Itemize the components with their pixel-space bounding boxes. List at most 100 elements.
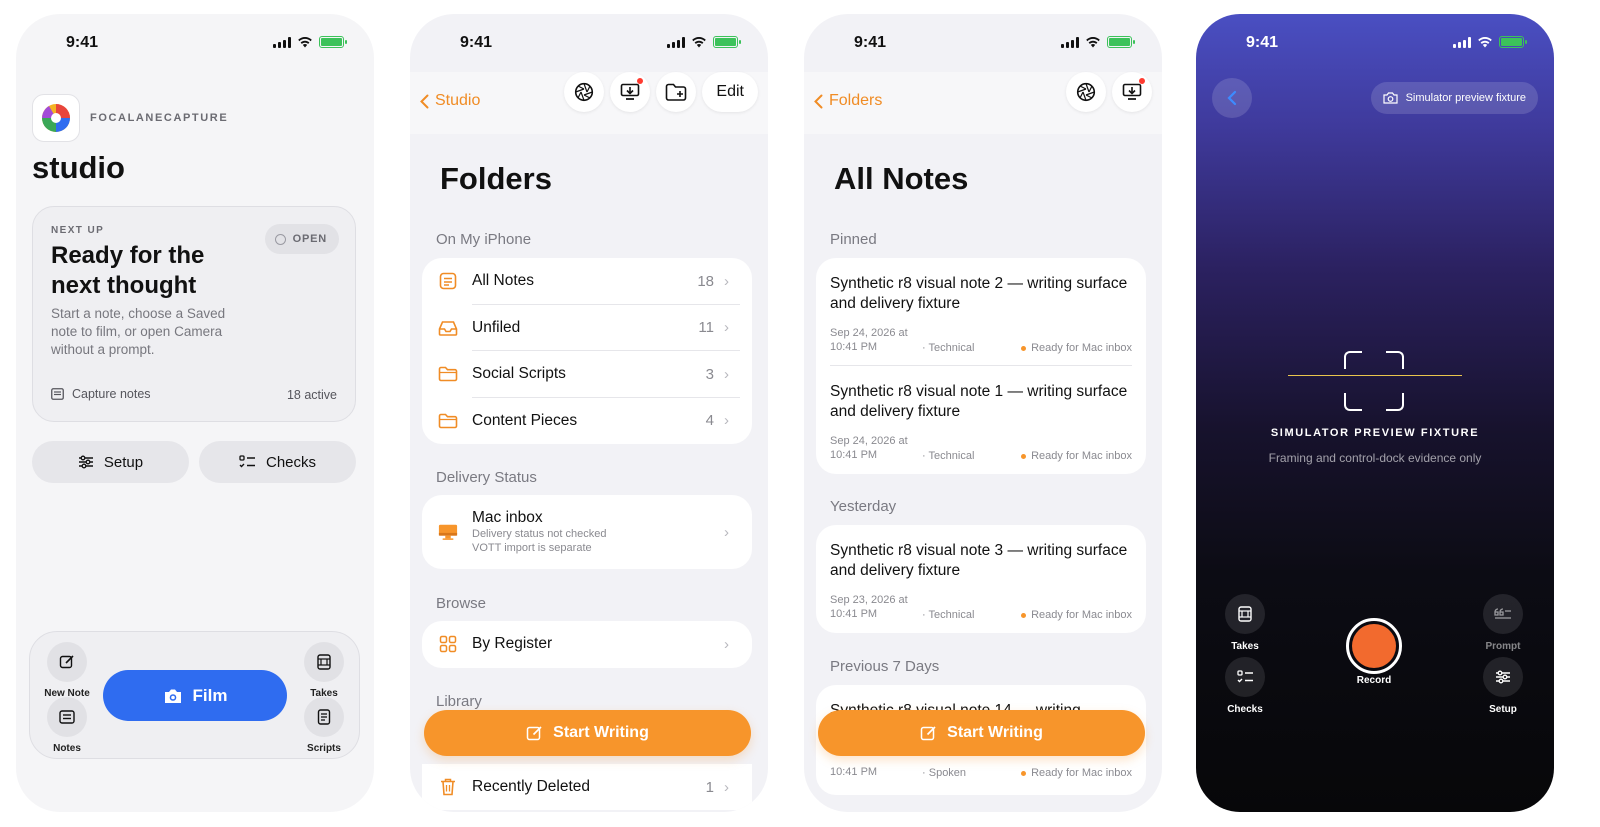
next-up-eyebrow: NEXT UP <box>51 225 105 236</box>
aperture-button[interactable] <box>1066 72 1106 112</box>
section-library: Library <box>436 693 482 710</box>
note-status: Ready for Mac inbox <box>1031 450 1132 462</box>
folder-row-content-pieces[interactable]: Content Pieces 4 › <box>422 398 752 445</box>
status-dot-icon <box>1021 770 1027 776</box>
status-bar: 9:41 <box>410 14 768 72</box>
page-title: studio <box>32 150 125 185</box>
mac-inbox-row[interactable]: Mac inbox Delivery status not checked VO… <box>422 495 752 569</box>
app-logo <box>32 94 80 142</box>
note-item[interactable]: Synthetic r8 visual note 1 — writing sur… <box>816 366 1146 474</box>
grid-icon <box>438 634 458 654</box>
recently-deleted-row[interactable]: Recently Deleted 1 › <box>422 764 752 810</box>
status-dot-icon <box>1021 453 1027 459</box>
next-up-card[interactable]: NEXT UP Ready for the next thought Start… <box>32 206 356 422</box>
takes-button[interactable]: Takes <box>1210 594 1280 652</box>
note-category: Technical <box>928 342 975 354</box>
app-name: FOCALANECAPTURE <box>90 112 229 124</box>
mac-delivery-button[interactable] <box>610 72 651 112</box>
film-label: Film <box>192 685 228 705</box>
start-writing-button[interactable]: Start Writing <box>818 710 1145 756</box>
takes-label: Takes <box>1231 641 1259 652</box>
chevron-right-icon: › <box>724 319 729 337</box>
cellular-signal-icon <box>1061 36 1079 48</box>
back-to-studio-button[interactable]: Studio <box>420 92 480 110</box>
film-strip-icon <box>317 654 331 670</box>
wifi-icon <box>692 37 706 48</box>
status-bar: 9:41 <box>804 14 1162 72</box>
notes-button[interactable]: Notes <box>32 697 102 754</box>
folder-count: 11 <box>698 319 714 337</box>
back-button[interactable] <box>1212 78 1252 118</box>
battery-icon <box>1107 36 1135 48</box>
active-count: 18 active <box>286 388 337 402</box>
film-button[interactable]: Film <box>103 670 287 721</box>
chevron-right-icon: › <box>724 365 729 383</box>
open-button[interactable]: OPEN <box>264 224 339 254</box>
edit-button[interactable]: Edit <box>702 72 758 112</box>
folder-icon <box>438 411 458 431</box>
checks-button[interactable]: Checks <box>1210 657 1280 715</box>
back-label: Studio <box>435 92 481 109</box>
new-note-button[interactable]: New Note <box>32 642 102 699</box>
open-status-icon <box>274 233 286 245</box>
record-icon <box>1352 624 1396 668</box>
chevron-left-icon <box>420 94 429 108</box>
preview-fixture-chip: Simulator preview fixture <box>1370 82 1538 114</box>
cellular-signal-icon <box>273 36 291 48</box>
note-date: Sep 23, 2026 at 10:41 PM <box>830 594 908 620</box>
notification-dot <box>1139 78 1145 84</box>
aperture-button[interactable] <box>564 72 605 112</box>
next-up-description: Start a note, choose a Saved note to fil… <box>51 306 226 357</box>
battery-icon <box>713 36 741 48</box>
scripts-button[interactable]: Scripts <box>289 697 359 754</box>
folder-row-unfiled[interactable]: Unfiled 11 › <box>422 305 752 351</box>
delivery-status-list: Mac inbox Delivery status not checked VO… <box>422 495 752 569</box>
note-category: Technical <box>928 450 975 462</box>
status-dot-icon <box>1021 345 1027 351</box>
mac-delivery-button[interactable] <box>1112 72 1152 112</box>
note-title: Synthetic r8 visual note 2 — writing sur… <box>830 275 1128 312</box>
folder-label: Social Scripts <box>472 365 566 383</box>
setup-label: Setup <box>1489 704 1517 715</box>
back-to-folders-button[interactable]: Folders <box>814 92 882 110</box>
folder-plus-icon <box>666 83 687 101</box>
checks-button[interactable]: Checks <box>199 441 356 483</box>
chevron-left-icon <box>1227 90 1237 106</box>
note-date: 10:41 PM <box>830 766 878 778</box>
note-status: Ready for Mac inbox <box>1031 767 1132 779</box>
setup-button[interactable]: Setup <box>1468 657 1538 715</box>
sliders-icon <box>1496 670 1510 684</box>
section-browse: Browse <box>436 595 487 612</box>
next-up-headline: Ready for the next thought <box>51 242 205 299</box>
battery-icon <box>319 36 347 48</box>
prompt-button[interactable]: Prompt <box>1468 594 1538 652</box>
note-item[interactable]: Synthetic r8 visual note 3 — writing sur… <box>816 525 1146 633</box>
recently-deleted-count: 1 <box>705 778 714 796</box>
compose-icon <box>920 725 936 740</box>
cellular-signal-icon <box>667 36 685 48</box>
chevron-right-icon: › <box>724 272 729 290</box>
setup-button[interactable]: Setup <box>32 441 189 483</box>
chevron-right-icon: › <box>724 778 729 796</box>
desktop-download-icon <box>621 83 640 100</box>
start-writing-button[interactable]: Start Writing <box>424 710 751 756</box>
new-folder-button[interactable] <box>656 72 697 112</box>
camera-icon <box>1382 92 1398 104</box>
studio-screen: 9:41 FOCALANECAPTURE studio NEXT UP Read… <box>16 14 374 812</box>
note-item[interactable]: Synthetic r8 visual note 2 — writing sur… <box>816 258 1146 366</box>
mac-inbox-note: VOTT import is separate <box>472 542 592 554</box>
prompt-label: Prompt <box>1485 641 1521 652</box>
scripts-label: Scripts <box>307 743 341 754</box>
note-title: Synthetic r8 visual note 1 — writing sur… <box>830 383 1128 420</box>
nav-bar: Folders <box>804 72 1162 134</box>
library-list: Recently Deleted 1 › <box>422 764 752 810</box>
folder-row-all-notes[interactable]: All Notes 18 › <box>422 258 752 305</box>
folder-row-social-scripts[interactable]: Social Scripts 3 › <box>422 351 752 398</box>
by-register-row[interactable]: By Register › <box>422 621 752 668</box>
record-button[interactable] <box>1346 618 1402 674</box>
note-status: Ready for Mac inbox <box>1031 609 1132 621</box>
compose-icon <box>526 725 542 740</box>
takes-button[interactable]: Takes <box>289 642 359 699</box>
note-date: Sep 24, 2026 at 10:41 PM <box>830 435 908 461</box>
aperture-icon <box>575 82 594 102</box>
